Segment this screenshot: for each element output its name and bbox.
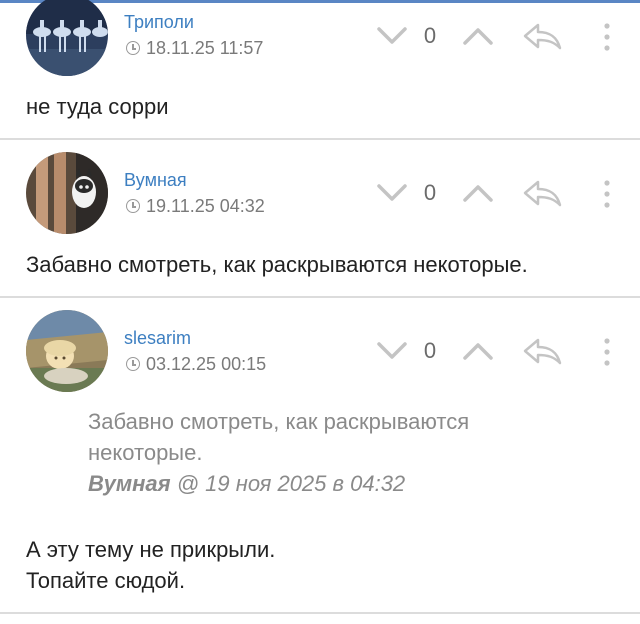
comment-datetime: 19.11.25 04:32 bbox=[146, 196, 265, 216]
chevron-up-icon[interactable] bbox=[462, 183, 494, 203]
chevron-up-icon[interactable] bbox=[462, 341, 494, 361]
comment-date-row: 18.11.25 11:57 bbox=[126, 38, 263, 59]
comment-text: не туда сорри bbox=[26, 94, 169, 119]
clock-icon bbox=[126, 41, 140, 55]
chevron-down-icon[interactable] bbox=[376, 26, 408, 46]
vote-score: 0 bbox=[423, 23, 437, 48]
quote-date: @ 19 ноя 2025 в 04:32 bbox=[170, 471, 406, 496]
chevron-up-icon[interactable] bbox=[462, 26, 494, 46]
reply-arrow-icon[interactable] bbox=[522, 179, 562, 207]
clock-icon bbox=[126, 357, 140, 371]
comment-divider bbox=[0, 138, 640, 140]
avatar[interactable] bbox=[26, 0, 108, 76]
quote-citation: Вумная @ 19 ноя 2025 в 04:32 bbox=[88, 468, 588, 499]
quote-author[interactable]: Вумная bbox=[88, 471, 171, 496]
reply-arrow-icon[interactable] bbox=[522, 337, 562, 365]
comment-datetime: 18.11.25 11:57 bbox=[146, 38, 264, 58]
comment-date-row: 03.12.25 00:15 bbox=[126, 354, 266, 375]
comment-datetime: 03.12.25 00:15 bbox=[146, 354, 267, 374]
top-accent-bar bbox=[0, 0, 640, 3]
quote-text: Забавно смотреть, как раскрываются некот… bbox=[88, 409, 470, 465]
avatar[interactable] bbox=[26, 310, 108, 392]
comment-author[interactable]: Триполи bbox=[124, 12, 194, 33]
more-vertical-icon[interactable] bbox=[600, 337, 614, 367]
vote-score: 0 bbox=[423, 180, 437, 205]
comment-date-row: 19.11.25 04:32 bbox=[126, 196, 265, 217]
comment-divider bbox=[0, 612, 640, 614]
vote-score: 0 bbox=[423, 338, 437, 363]
comment-divider bbox=[0, 296, 640, 298]
comment-author[interactable]: Вумная bbox=[124, 170, 187, 191]
chevron-down-icon[interactable] bbox=[376, 183, 408, 203]
comment-author[interactable]: slesarim bbox=[124, 328, 191, 349]
more-vertical-icon[interactable] bbox=[600, 179, 614, 209]
comment-text-line: А эту тему не прикрыли. bbox=[26, 537, 276, 562]
chevron-down-icon[interactable] bbox=[376, 341, 408, 361]
avatar[interactable] bbox=[26, 152, 108, 234]
quote-block: Забавно смотреть, как раскрываются некот… bbox=[88, 406, 588, 499]
comment-text: Забавно смотреть, как раскрываются некот… bbox=[26, 252, 528, 277]
comment-text-line: Топайте сюдой. bbox=[26, 568, 186, 593]
more-vertical-icon[interactable] bbox=[600, 22, 614, 52]
reply-arrow-icon[interactable] bbox=[522, 22, 562, 50]
clock-icon bbox=[126, 199, 140, 213]
